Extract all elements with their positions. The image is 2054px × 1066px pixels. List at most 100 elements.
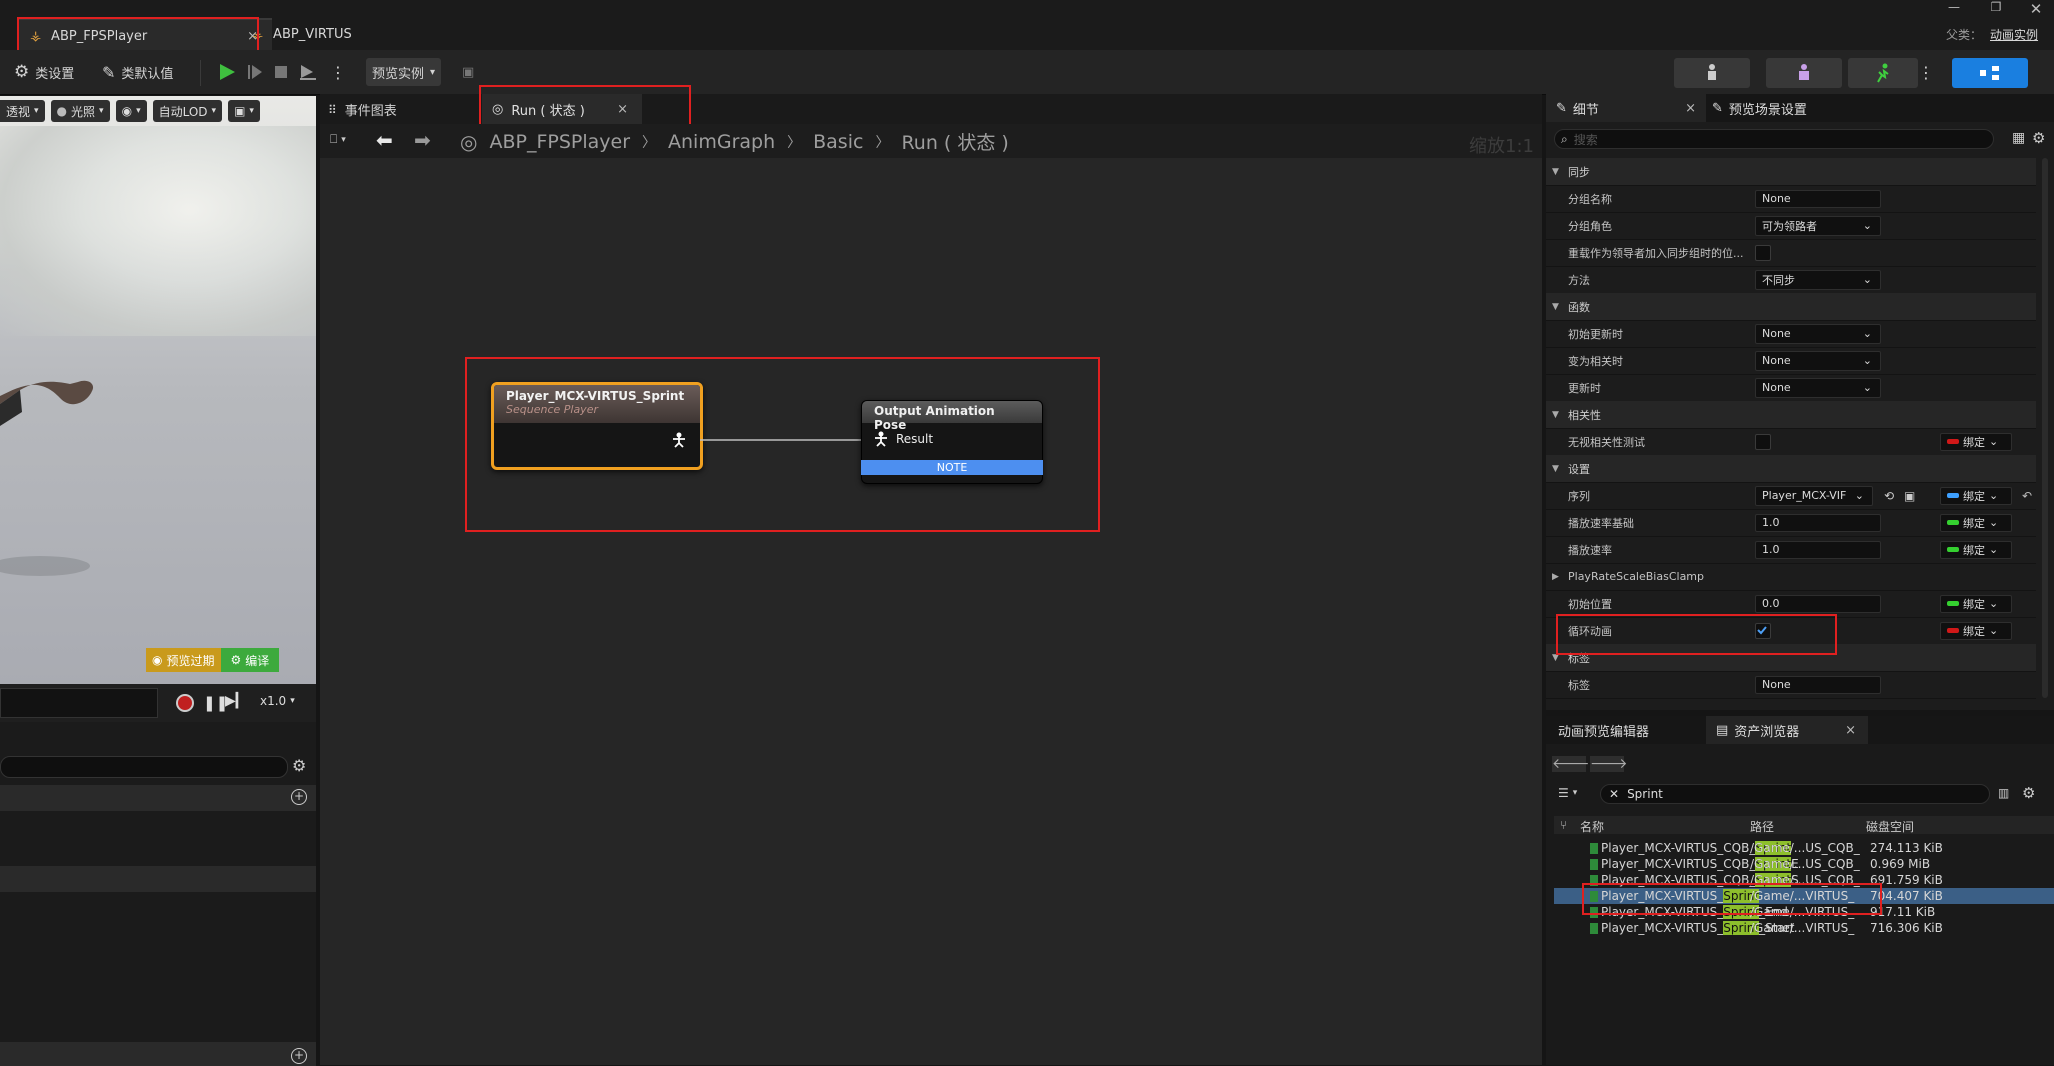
breadcrumb-item[interactable]: AnimGraph <box>668 131 775 153</box>
binding-dropdown[interactable]: 绑定 ⌄ <box>1940 513 2012 532</box>
property-value-input[interactable]: 1.0 <box>1755 540 1881 559</box>
column-path[interactable]: 路径 <box>1750 818 1774 835</box>
property-checkbox[interactable] <box>1755 244 1771 261</box>
bookmark-dropdown[interactable]: ⎕ ▾ <box>330 132 346 147</box>
asset-row[interactable]: Player_MCX-VIRTUS_CQB_Sprint/Game/...US_… <box>1554 840 2054 856</box>
category-header[interactable]: ▼ 设置 <box>1546 455 2036 483</box>
folder-icon[interactable]: ▥ <box>1998 786 2009 800</box>
property-value-input[interactable]: None <box>1755 189 1881 208</box>
tab-run-state[interactable]: ◎ Run ( 状态 ) × <box>482 94 642 124</box>
preview-expired-button[interactable]: ◉ 预览过期 <box>146 648 221 672</box>
pose-pin-icon[interactable] <box>672 432 686 448</box>
search-input[interactable] <box>0 756 288 778</box>
play-button[interactable] <box>212 58 242 86</box>
close-icon[interactable]: × <box>1845 723 1856 738</box>
animation-mode-button[interactable] <box>1848 58 1918 88</box>
property-combo[interactable]: None ⌄ <box>1755 323 1881 344</box>
breadcrumb-item[interactable]: Basic <box>813 131 863 153</box>
property-row[interactable]: ▶ PlayRateScaleBiasClamp <box>1546 563 2036 591</box>
binding-dropdown[interactable]: 绑定 ⌄ <box>1940 540 2012 559</box>
anim-graph-canvas[interactable]: Player_MCX-VIRTUS_Sprint Sequence Player… <box>320 158 1542 1065</box>
add-icon[interactable]: + <box>291 789 307 805</box>
tab-details[interactable]: ✎ 细节 × <box>1546 94 1706 122</box>
step-forward-icon[interactable]: ▶▎ <box>225 693 247 709</box>
viewport[interactable]: 透视 ▾ ● 光照 ▾ ◉ ▾ 自动LOD ▾ ▣ ▾ ◉ 预览过期 ⚙ 编译 <box>0 96 316 684</box>
result-pin[interactable]: Result <box>874 431 933 447</box>
tab-anim-preview-editor[interactable]: 动画预览编辑器 <box>1558 716 1649 744</box>
breadcrumb-item[interactable]: Run ( 状态 ) <box>901 128 1008 155</box>
sequence-asset-picker[interactable]: Player_MCX-VIF ⌄ <box>1755 485 1873 506</box>
eject-button[interactable] <box>292 58 324 86</box>
details-search[interactable]: ⌕ 搜索 <box>1554 129 1994 149</box>
property-checkbox[interactable] <box>1755 622 1771 639</box>
column-name[interactable]: 名称 <box>1580 818 1604 835</box>
output-pose-node[interactable]: Output Animation Pose Result NOTE <box>861 400 1043 484</box>
asset-search-input[interactable]: ✕ Sprint <box>1600 784 1990 804</box>
nav-back-icon[interactable]: 🡐 <box>1552 756 1590 772</box>
property-value-input[interactable]: 1.0 <box>1755 513 1881 532</box>
compile-button[interactable]: ⚙ 编译 <box>220 648 280 672</box>
category-header[interactable]: ▼ 标签 <box>1546 644 2036 672</box>
table-view-icon[interactable]: ▦ <box>2012 130 2025 146</box>
collapse-arrow-icon[interactable]: ▼ <box>1552 653 1559 663</box>
record-icon[interactable] <box>176 694 194 712</box>
property-checkbox[interactable] <box>1755 433 1771 450</box>
close-icon[interactable]: × <box>617 102 628 117</box>
more-options-icon[interactable]: ⋮ <box>324 58 352 86</box>
close-window-icon[interactable]: ✕ <box>2018 0 2054 18</box>
settings-gear-icon[interactable]: ⚙ <box>2022 784 2035 802</box>
property-combo[interactable]: None ⌄ <box>1755 377 1881 398</box>
nav-forward-icon[interactable]: 🡒 <box>1590 756 1628 772</box>
doc-tab-abp-virtus[interactable]: ⚶ ABP_VIRTUS <box>240 18 384 50</box>
collapse-arrow-icon[interactable]: ▼ <box>1552 464 1559 474</box>
sort-icon[interactable]: ⑂ <box>1560 818 1567 832</box>
category-header[interactable]: ▼ 函数 <box>1546 293 2036 321</box>
asset-row[interactable]: Player_MCX-VIRTUS_CQB_SprintE/Game/...US… <box>1554 856 2054 872</box>
parent-class-link[interactable]: 动画实例 <box>1990 26 2038 43</box>
close-icon[interactable]: × <box>1685 101 1696 116</box>
screenshot-dropdown[interactable]: ▣ ▾ <box>228 100 260 122</box>
skeleton-mode-button[interactable] <box>1674 58 1750 88</box>
doc-tab-abp-fpsplayer[interactable]: ⚶ ABP_FPSPlayer × <box>18 18 272 52</box>
property-combo[interactable]: None ⌄ <box>1755 350 1881 371</box>
list-row[interactable] <box>0 866 316 892</box>
filter-dropdown[interactable]: ☰ ▾ <box>1558 786 1577 800</box>
settings-gear-icon[interactable]: ⚙ <box>292 756 306 775</box>
binding-dropdown[interactable]: 绑定 ⌄ <box>1940 594 2012 613</box>
tab-preview-scene-settings[interactable]: ✎ 预览场景设置 <box>1712 94 1807 122</box>
timeline-scrubber[interactable] <box>0 688 158 718</box>
debug-filter-icon[interactable]: ▣ <box>456 58 480 86</box>
browse-to-asset-icon[interactable]: ⟲ <box>1884 489 1894 503</box>
minimize-icon[interactable]: — <box>1936 0 1972 14</box>
forward-arrow-icon[interactable]: ➡ <box>414 128 431 152</box>
lighting-dropdown[interactable]: ● 光照 ▾ <box>50 100 110 122</box>
binding-dropdown[interactable]: 绑定 ⌄ <box>1940 621 2012 640</box>
property-combo[interactable]: 可为领路者 ⌄ <box>1755 215 1881 236</box>
playback-speed-dropdown[interactable]: x1.0 ▾ <box>260 694 295 708</box>
asset-row[interactable]: Player_MCX-VIRTUS_Sprint_Start/Game/...V… <box>1554 920 2054 936</box>
asset-row[interactable]: Player_MCX-VIRTUS_Sprint_End/Game/...VIR… <box>1554 904 2054 920</box>
class-settings-button[interactable]: ⚙ 类设置 <box>8 58 80 86</box>
perspective-dropdown[interactable]: 透视 ▾ <box>0 100 45 122</box>
collapse-arrow-icon[interactable]: ▼ <box>1552 302 1559 312</box>
expand-arrow-icon[interactable]: ▶ <box>1552 572 1559 582</box>
property-value-input[interactable]: None <box>1755 675 1881 694</box>
asset-row[interactable]: Player_MCX-VIRTUS_CQB_SprintS/Game/...US… <box>1554 872 2054 888</box>
property-value-input[interactable]: 0.0 <box>1755 594 1881 613</box>
class-defaults-button[interactable]: ✎ 类默认值 <box>96 58 179 86</box>
sequence-player-node[interactable]: Player_MCX-VIRTUS_Sprint Sequence Player <box>491 382 703 470</box>
lod-dropdown[interactable]: 自动LOD ▾ <box>152 100 223 122</box>
settings-gear-icon[interactable]: ⚙ <box>2032 129 2045 147</box>
mesh-mode-button[interactable] <box>1766 58 1842 88</box>
restore-icon[interactable]: ❐ <box>1978 0 2014 14</box>
category-header[interactable]: ▼ 同步 <box>1546 158 2036 186</box>
use-selected-asset-icon[interactable]: ▣ <box>1904 489 1915 503</box>
column-size[interactable]: 磁盘空间 <box>1866 818 1914 835</box>
show-dropdown[interactable]: ◉ ▾ <box>115 100 147 122</box>
collapse-arrow-icon[interactable]: ▼ <box>1552 410 1559 420</box>
binding-dropdown[interactable]: 绑定 ⌄ <box>1940 486 2012 505</box>
back-arrow-icon[interactable]: ⬅ <box>376 128 393 152</box>
add-icon[interactable]: + <box>291 1048 307 1064</box>
details-scrollbar[interactable] <box>2042 158 2048 698</box>
collapse-arrow-icon[interactable]: ▼ <box>1552 167 1559 177</box>
